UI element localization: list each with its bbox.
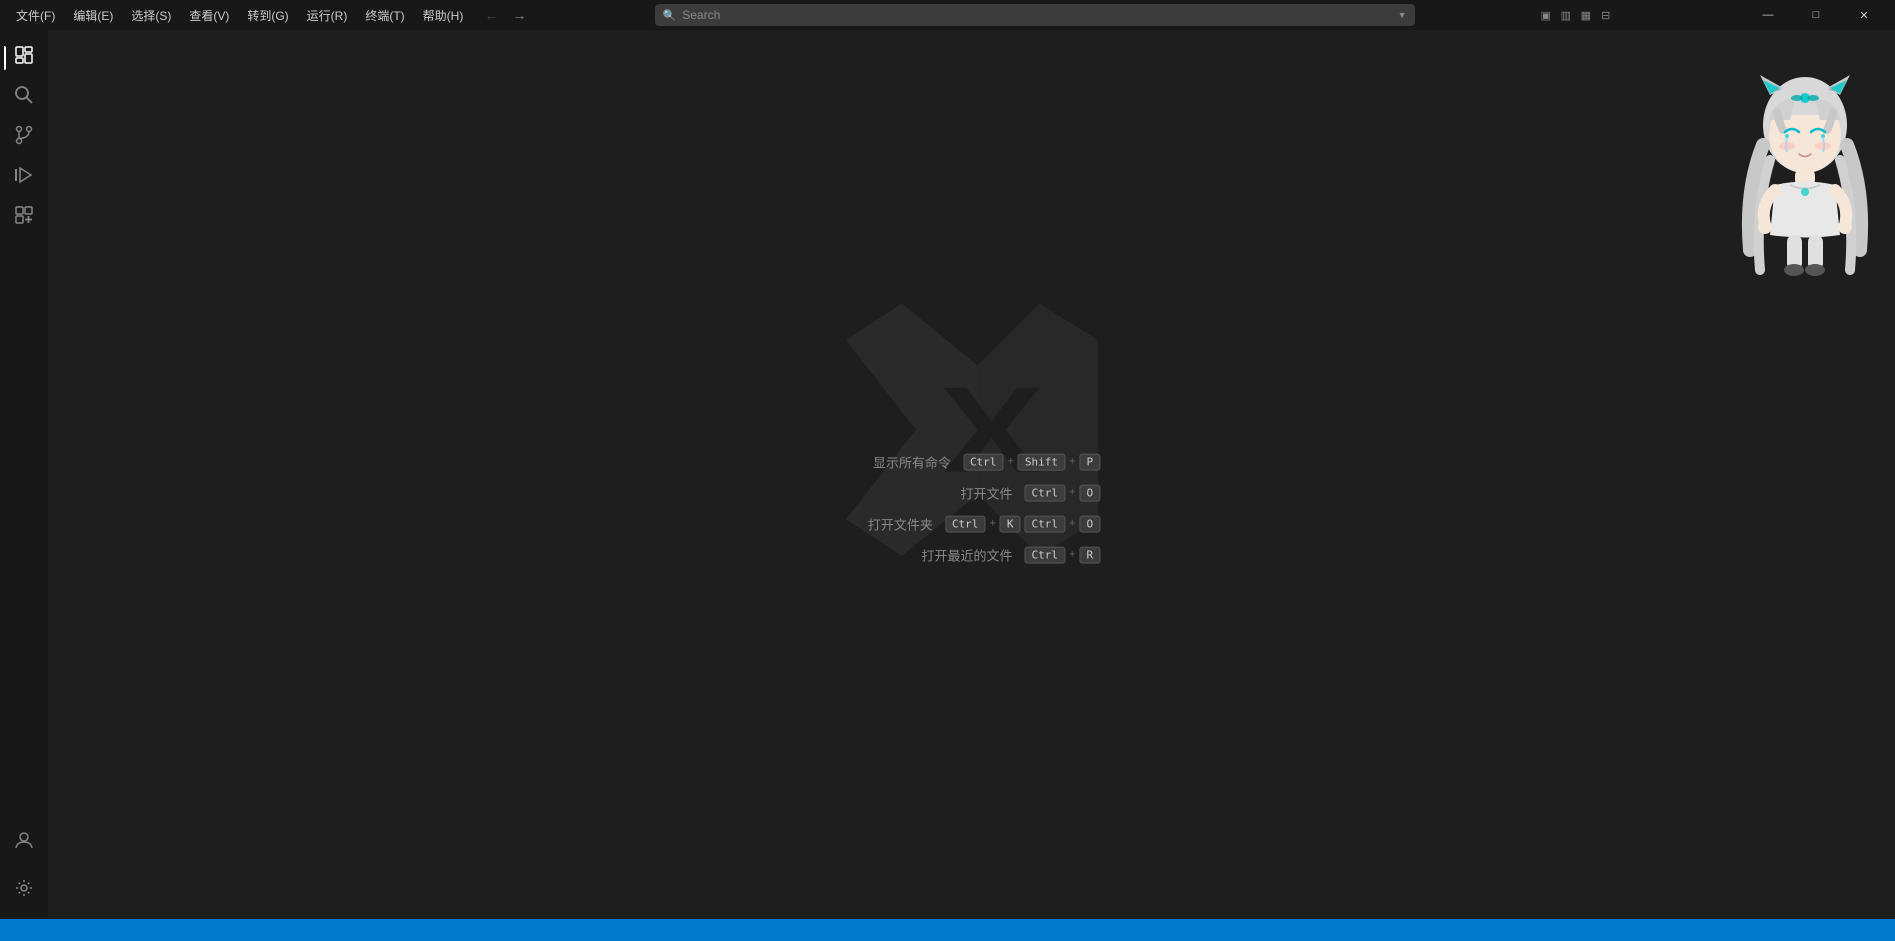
keyboard-key: Ctrl: [1025, 546, 1066, 563]
menu-run[interactable]: 运行(R): [299, 3, 356, 28]
layout-icon-4[interactable]: ⊟: [1598, 7, 1614, 23]
menu-goto[interactable]: 转到(G): [239, 3, 296, 28]
key-separator: +: [1069, 456, 1075, 468]
chibi-character: [1725, 70, 1885, 290]
key-separator: +: [1069, 549, 1075, 561]
keyboard-key: K: [1000, 515, 1021, 532]
back-button[interactable]: ←: [479, 3, 503, 27]
editor-area: 显示所有命令Ctrl+Shift+P打开文件Ctrl+O打开文件夹Ctrl+KC…: [48, 30, 1895, 919]
search-icon: 🔍: [663, 9, 677, 22]
shortcut-row: 打开文件 Ctrl+ O: [923, 483, 1101, 502]
shortcut-label: 打开文件: [923, 483, 1013, 502]
main-layout: 显示所有命令Ctrl+Shift+P打开文件Ctrl+O打开文件夹Ctrl+KC…: [0, 30, 1895, 919]
close-button[interactable]: ✕: [1841, 0, 1887, 30]
menu-help[interactable]: 帮助(H): [415, 3, 472, 28]
menu-bar: 文件(F)编辑(E)选择(S)查看(V)转到(G)运行(R)终端(T)帮助(H): [8, 3, 471, 28]
key-separator: +: [1069, 487, 1075, 499]
center-content: 显示所有命令Ctrl+Shift+P打开文件Ctrl+O打开文件夹Ctrl+KC…: [843, 452, 1100, 564]
maximize-button[interactable]: □: [1793, 0, 1839, 30]
settings-icon[interactable]: [4, 871, 44, 911]
key-separator: +: [1069, 518, 1075, 530]
menu-file[interactable]: 文件(F): [8, 3, 63, 28]
menu-select[interactable]: 选择(S): [123, 3, 179, 28]
key-separator: +: [1007, 456, 1013, 468]
shortcut-row: 显示所有命令Ctrl+Shift+P: [861, 452, 1100, 471]
keyboard-key: R: [1079, 546, 1100, 563]
keyboard-key: O: [1079, 515, 1100, 532]
menu-edit[interactable]: 编辑(E): [65, 3, 121, 28]
menu-view[interactable]: 查看(V): [181, 3, 237, 28]
activity-icons-bottom: [4, 823, 44, 919]
minimize-button[interactable]: —: [1745, 0, 1791, 30]
activity-bar: [0, 30, 48, 919]
title-bar: 文件(F)编辑(E)选择(S)查看(V)转到(G)运行(R)终端(T)帮助(H)…: [0, 0, 1895, 30]
layout-icon-1[interactable]: ▣: [1538, 7, 1554, 23]
search-icon[interactable]: [4, 78, 44, 118]
layout-icon-3[interactable]: ▦: [1578, 7, 1594, 23]
keyboard-key: Ctrl: [945, 515, 986, 532]
keyboard-key: Shift: [1018, 453, 1065, 470]
keyboard-key: O: [1079, 484, 1100, 501]
search-bar[interactable]: 🔍 Search ▼: [655, 4, 1415, 26]
shortcut-label: 打开最近的文件: [921, 545, 1012, 564]
shortcut-label: 显示所有命令: [861, 452, 951, 471]
keyboard-key: P: [1079, 453, 1100, 470]
shortcut-keys: Ctrl+ R: [1025, 546, 1101, 563]
menu-terminal[interactable]: 终端(T): [357, 3, 412, 28]
shortcut-keys: Ctrl+ O: [1025, 484, 1101, 501]
search-dropdown-arrow: ▼: [1398, 10, 1407, 20]
forward-button[interactable]: →: [507, 3, 531, 27]
accounts-icon[interactable]: [4, 823, 44, 863]
source-control-icon[interactable]: [4, 118, 44, 158]
layout-icon-2[interactable]: ▥: [1558, 7, 1574, 23]
shortcut-label: 打开文件夹: [843, 514, 933, 533]
nav-buttons: ← →: [479, 3, 531, 27]
shortcut-keys: Ctrl+KCtrl+O: [945, 515, 1100, 532]
explorer-icon[interactable]: [4, 38, 44, 78]
extensions-icon[interactable]: [4, 198, 44, 238]
keyboard-key: Ctrl: [1025, 515, 1066, 532]
keyboard-key: Ctrl: [963, 453, 1004, 470]
window-controls: — □ ✕: [1745, 0, 1887, 30]
keyboard-key: Ctrl: [1025, 484, 1066, 501]
key-separator: +: [989, 518, 995, 530]
shortcut-row: 打开最近的文件 Ctrl+ R: [921, 545, 1100, 564]
shortcut-keys: Ctrl+Shift+P: [963, 453, 1100, 470]
shortcut-row: 打开文件夹Ctrl+KCtrl+O: [843, 514, 1100, 533]
activity-icons-top: [4, 38, 44, 238]
layout-icons: ▣ ▥ ▦ ⊟: [1538, 7, 1614, 23]
run-debug-icon[interactable]: [4, 158, 44, 198]
status-bar: [0, 919, 1895, 941]
search-placeholder: Search: [682, 8, 1391, 22]
